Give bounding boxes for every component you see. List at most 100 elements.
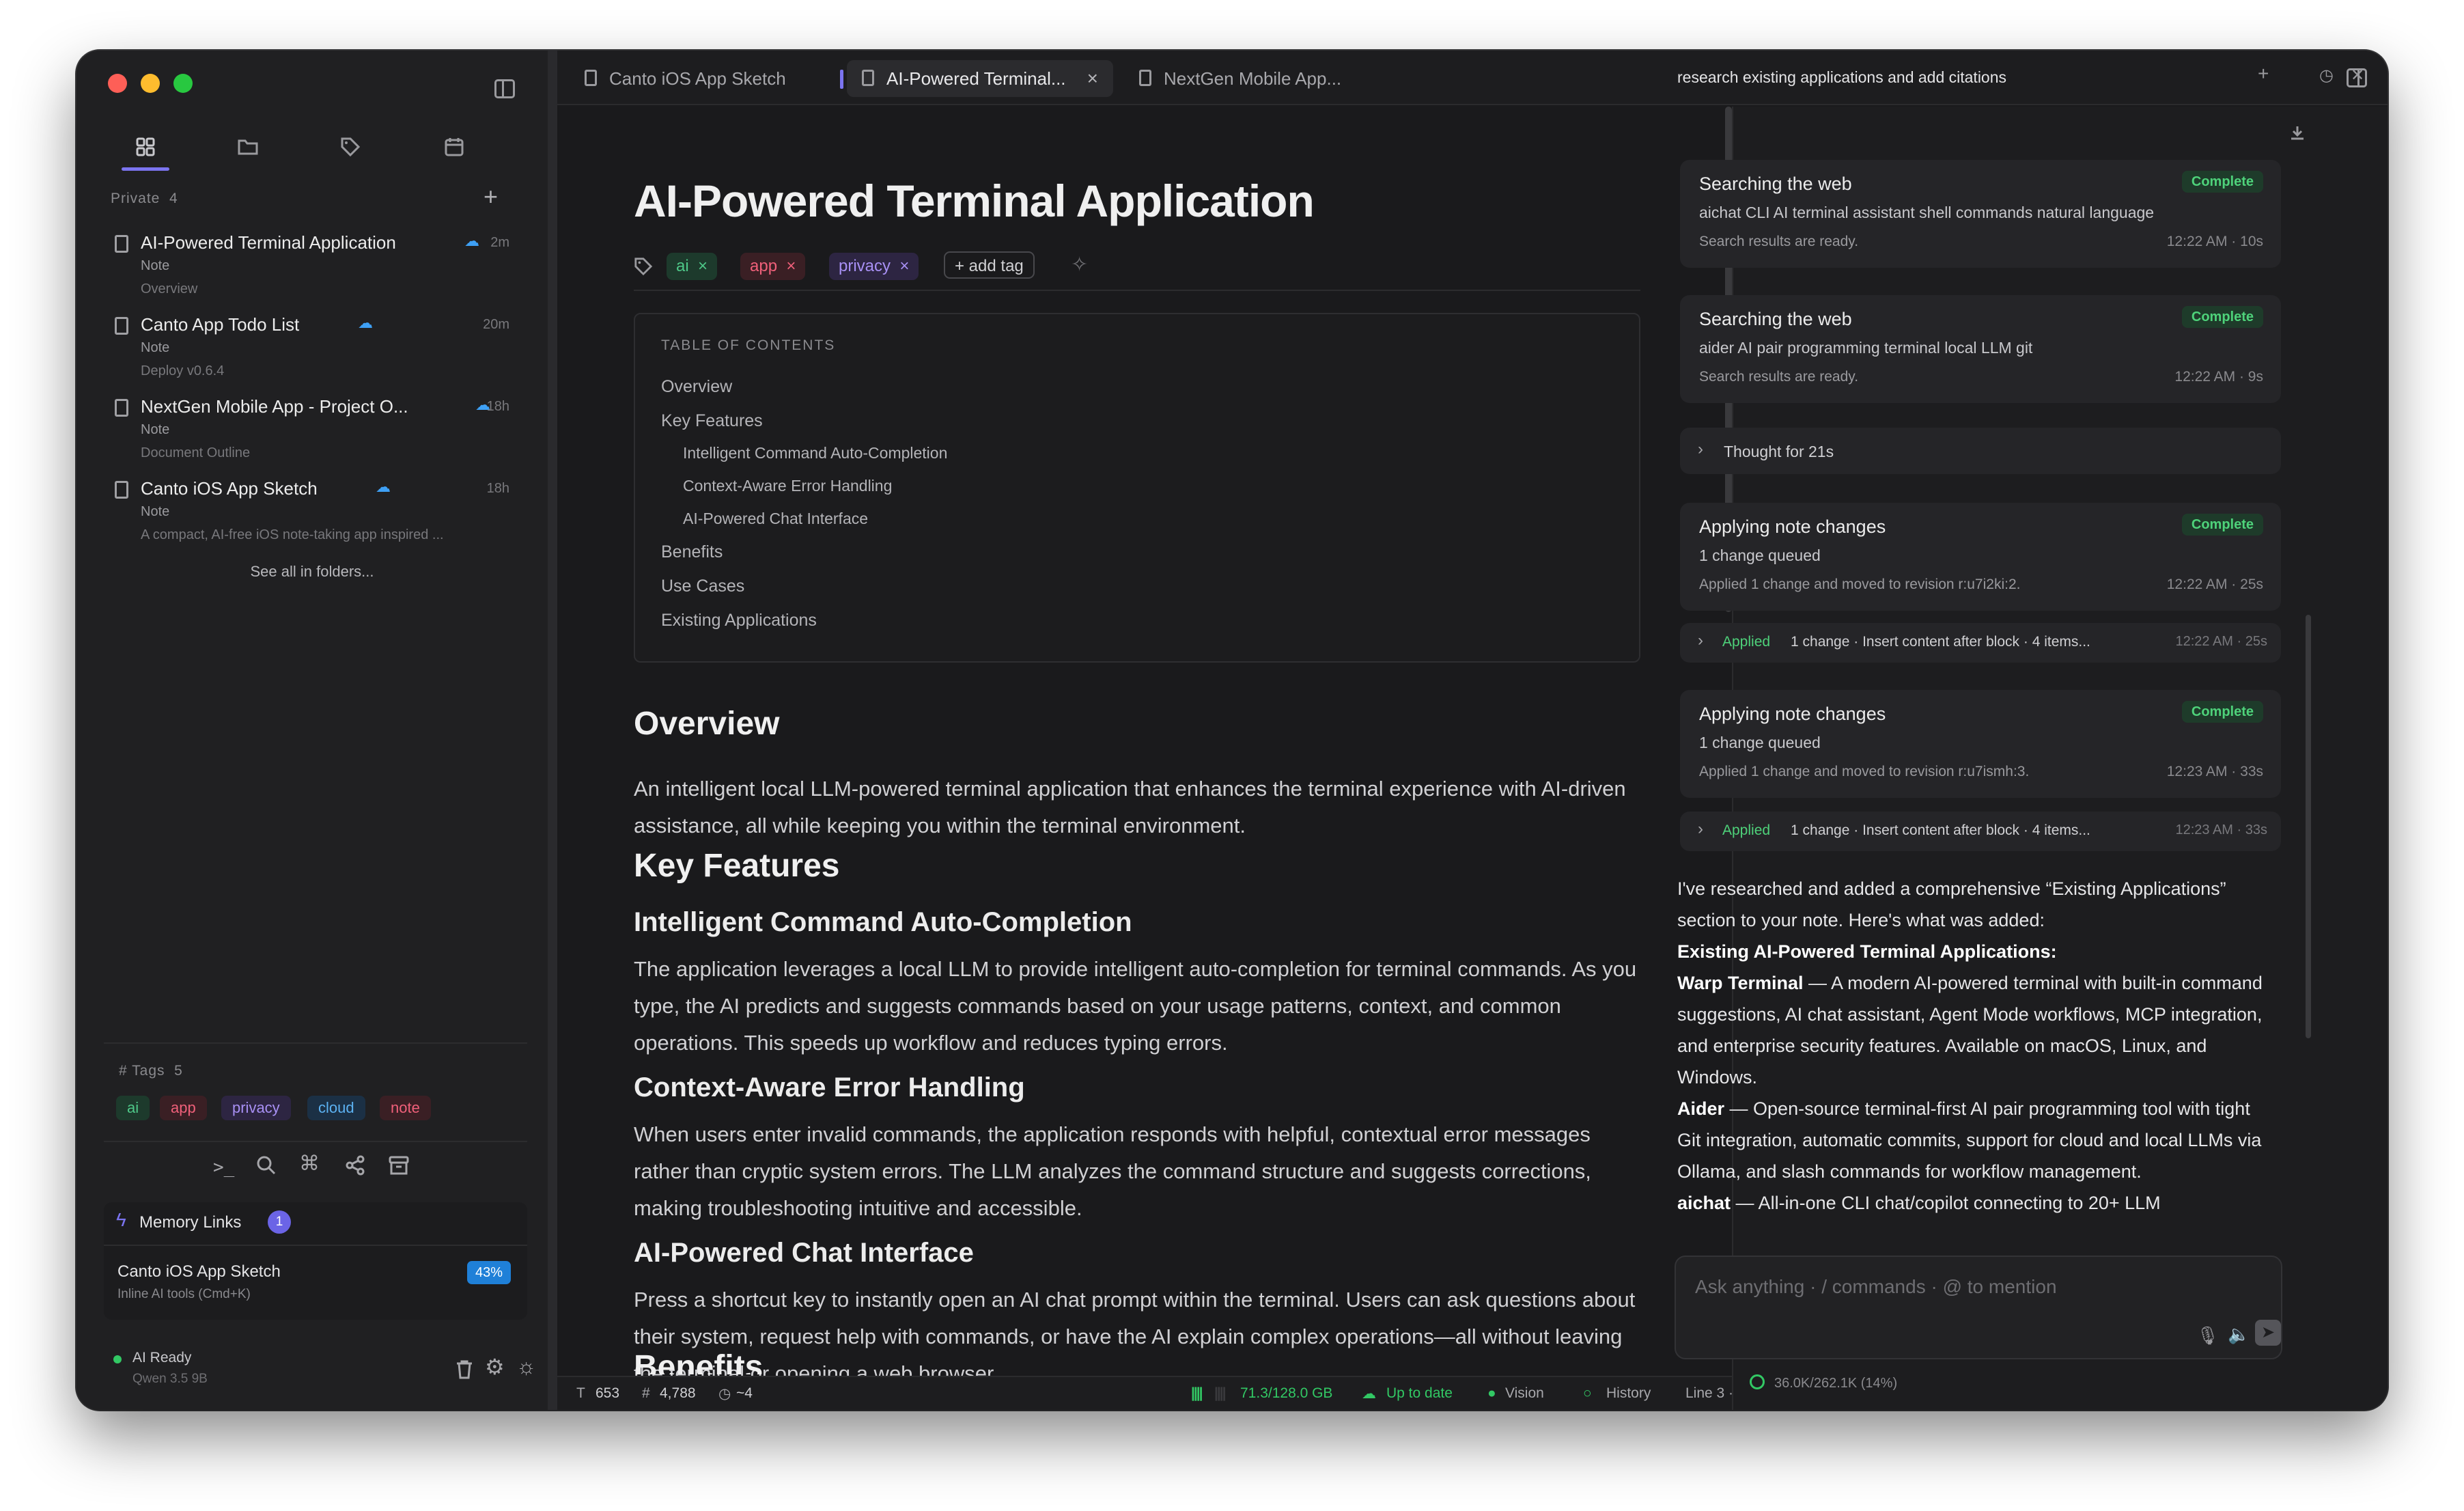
tab-label: Canto iOS App Sketch: [609, 68, 786, 89]
memory-links-count: 1: [268, 1210, 291, 1234]
toc-item[interactable]: Existing Applications: [661, 611, 817, 630]
sidebar-tag-app[interactable]: app: [160, 1096, 207, 1120]
history-clock-icon[interactable]: ◷: [2319, 66, 2334, 85]
read-time: ~4: [736, 1385, 753, 1401]
toc-item[interactable]: Benefits: [661, 542, 723, 562]
applied-change-row[interactable]: › Applied 1 change · Insert content afte…: [1680, 623, 2281, 663]
sparkle-icon[interactable]: ✧: [1071, 253, 1088, 277]
card-title: Applying note changes: [1699, 516, 1886, 537]
sidebar-tag-privacy[interactable]: privacy: [221, 1096, 291, 1120]
minimize-window-button[interactable]: [141, 74, 160, 93]
add-icon[interactable]: +: [2258, 63, 2269, 85]
folder-view-tab[interactable]: [224, 126, 272, 168]
applied-change-row[interactable]: › Applied 1 change · Insert content afte…: [1680, 812, 2281, 851]
note-kind: Note: [141, 504, 170, 519]
sidebar-divider: [104, 1042, 527, 1044]
editor-tag-ai[interactable]: ai ×: [667, 253, 718, 280]
tab-canto-ios[interactable]: Canto iOS App Sketch: [570, 60, 815, 97]
add-note-button[interactable]: +: [484, 184, 498, 209]
editor-tag-app[interactable]: app ×: [740, 253, 806, 280]
archive-icon[interactable]: [388, 1154, 410, 1176]
toc-item[interactable]: Overview: [661, 377, 732, 397]
toc-subitem[interactable]: Intelligent Command Auto-Completion: [683, 444, 947, 462]
settings-gear-icon[interactable]: ⚙: [485, 1354, 505, 1380]
aider-name: Aider: [1677, 1098, 1725, 1119]
card-meta: Search results are ready.: [1699, 369, 1859, 385]
sidebar-tag-cloud[interactable]: cloud: [307, 1096, 365, 1120]
see-all-link[interactable]: See all in folders...: [76, 563, 548, 581]
card-title: Searching the web: [1699, 174, 1852, 194]
sync-status[interactable]: Up to date: [1386, 1385, 1453, 1402]
memory-item-title: Canto iOS App Sketch: [117, 1262, 281, 1281]
microphone-icon[interactable]: 🎙: [2196, 1325, 2219, 1346]
thought-toggle[interactable]: › Thought for 21s: [1680, 428, 2281, 474]
sidebar-tag-note[interactable]: note: [380, 1096, 431, 1120]
tag-view-tab[interactable]: [326, 126, 374, 168]
tab-ai-terminal[interactable]: AI-Powered Terminal... ×: [847, 60, 1113, 97]
history-button[interactable]: History: [1606, 1385, 1651, 1402]
heading-autocompletion[interactable]: Intelligent Command Auto-Completion: [634, 907, 1132, 938]
terminal-icon[interactable]: >_: [213, 1157, 234, 1178]
toc-item[interactable]: Use Cases: [661, 577, 744, 596]
share-icon[interactable]: [344, 1154, 366, 1176]
tool-call-card[interactable]: Searching the web Complete aichat CLI AI…: [1680, 160, 2281, 268]
sidebar-tag-ai[interactable]: ai: [116, 1096, 150, 1120]
memory-bar-rest: ||||: [1214, 1385, 1226, 1401]
trash-icon[interactable]: [455, 1359, 474, 1380]
speaker-icon[interactable]: 🔈: [2228, 1324, 2250, 1345]
toc-item[interactable]: Key Features: [661, 411, 763, 431]
editor-tag-privacy[interactable]: privacy ×: [829, 253, 919, 280]
tag-text: privacy: [839, 257, 891, 275]
tag-remove-icon[interactable]: ×: [899, 257, 909, 275]
add-tag-button[interactable]: + add tag: [944, 251, 1035, 279]
tab-nextgen[interactable]: NextGen Mobile App...: [1124, 60, 1370, 97]
note-title-heading[interactable]: AI-Powered Terminal Application: [634, 175, 1315, 227]
theme-sun-icon[interactable]: ☼: [516, 1354, 536, 1379]
ai-status-model: Qwen 3.5 9B: [132, 1372, 208, 1386]
sidebar-toggle-icon[interactable]: [494, 79, 515, 98]
paragraph-overview[interactable]: An intelligent local LLM-powered termina…: [634, 771, 1651, 844]
close-panel-icon[interactable]: ✕: [2351, 66, 2364, 85]
heading-benefits[interactable]: Benefits: [634, 1348, 763, 1374]
chat-input-placeholder[interactable]: Ask anything · / commands · @ to mention: [1695, 1276, 2057, 1298]
tab-close-icon[interactable]: ×: [1087, 60, 1098, 97]
toc-subitem[interactable]: Context-Aware Error Handling: [683, 477, 892, 495]
send-icon[interactable]: ➤: [2255, 1320, 2281, 1346]
tool-call-card[interactable]: Searching the web Complete aider AI pair…: [1680, 295, 2281, 403]
heading-chat-interface[interactable]: AI-Powered Chat Interface: [634, 1238, 974, 1269]
tag-remove-icon[interactable]: ×: [698, 257, 708, 275]
grid-view-tab[interactable]: [122, 126, 169, 171]
toc-subitem[interactable]: AI-Powered Chat Interface: [683, 510, 868, 528]
tool-call-card[interactable]: Applying note changes Complete 1 change …: [1680, 503, 2281, 611]
assistant-scrollbar[interactable]: [2306, 615, 2311, 1038]
calendar-view-tab[interactable]: [430, 126, 478, 168]
calendar-icon: [445, 138, 464, 156]
download-icon[interactable]: [2289, 124, 2306, 141]
chat-input-box[interactable]: Ask anything · / commands · @ to mention…: [1675, 1256, 2282, 1359]
paragraph-error-handling[interactable]: When users enter invalid commands, the a…: [634, 1116, 1651, 1227]
card-time: 12:22 AM · 10s: [2166, 234, 2263, 249]
search-icon[interactable]: [255, 1154, 277, 1176]
tag-remove-icon[interactable]: ×: [786, 257, 796, 275]
vision-status[interactable]: Vision: [1505, 1385, 1544, 1402]
note-subtitle: A compact, AI-free iOS note-taking app i…: [141, 527, 444, 542]
paragraph-autocompletion[interactable]: The application leverages a local LLM to…: [634, 951, 1651, 1062]
response-heading: Existing AI-Powered Terminal Application…: [1677, 936, 2278, 967]
sidebar-resize-handle[interactable]: [548, 51, 557, 1410]
close-window-button[interactable]: [108, 74, 127, 93]
heading-key-features[interactable]: Key Features: [634, 847, 839, 885]
tool-call-card[interactable]: Applying note changes Complete 1 change …: [1680, 690, 2281, 798]
heading-error-handling[interactable]: Context-Aware Error Handling: [634, 1072, 1025, 1103]
command-icon[interactable]: ⌘: [299, 1152, 320, 1176]
hash-icon: #: [642, 1385, 650, 1401]
applied-time: 12:22 AM · 25s: [2175, 634, 2267, 649]
note-title: Canto iOS App Sketch: [141, 478, 318, 499]
text-size-icon: T: [576, 1385, 585, 1401]
note-subtitle: Overview: [141, 281, 198, 296]
card-meta: Search results are ready.: [1699, 234, 1859, 249]
memory-link-item[interactable]: Canto iOS App Sketch Inline AI tools (Cm…: [104, 1246, 527, 1320]
document-icon: [115, 399, 128, 417]
document-icon: [862, 70, 874, 86]
heading-overview[interactable]: Overview: [634, 705, 779, 743]
maximize-window-button[interactable]: [173, 74, 193, 93]
